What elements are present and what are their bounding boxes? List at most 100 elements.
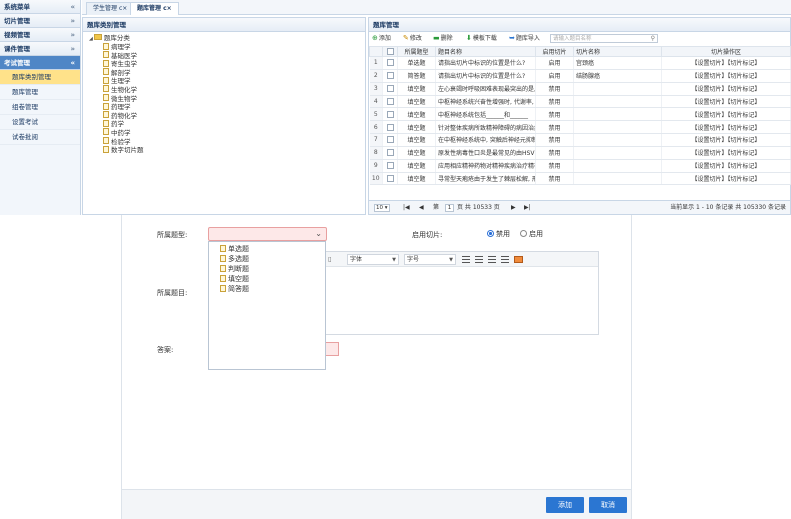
nav-item-bank[interactable]: 题库管理 — [0, 85, 80, 100]
tree-node[interactable]: 药理学 — [103, 102, 144, 112]
font-size-select[interactable]: 字号 ▼ — [404, 254, 456, 265]
edit-button[interactable]: ✎修改 — [403, 32, 422, 45]
nav-section-system[interactable]: 系统菜单 « — [0, 0, 80, 14]
file-icon — [103, 85, 109, 93]
tree-node[interactable]: 生物化学 — [103, 85, 144, 95]
cell-ops[interactable]: 【设置切片】【切片标记】 — [661, 95, 791, 109]
align-justify-icon[interactable] — [501, 256, 509, 263]
next-page-icon[interactable]: ▶ — [511, 201, 516, 215]
cell-name: 请指出切片中标识的位置是什么? — [435, 69, 536, 83]
cell-ops[interactable]: 【设置切片】【切片标记】 — [661, 82, 791, 96]
select-all-checkbox[interactable] — [382, 46, 398, 57]
nav-item-grading[interactable]: 试卷批阅 — [0, 130, 80, 145]
template-download-button[interactable]: ⬇模板下载 — [466, 32, 497, 45]
nav-section-slides[interactable]: 切片管理» — [0, 14, 80, 28]
row-checkbox[interactable] — [382, 56, 398, 70]
nav-section-video[interactable]: 视频管理» — [0, 28, 80, 42]
page-number-input[interactable]: 1 — [445, 204, 454, 212]
import-button[interactable]: ➥题库导入 — [509, 32, 540, 45]
tree-node[interactable]: 中药学 — [103, 128, 144, 138]
cell-slide — [573, 133, 662, 147]
row-checkbox[interactable] — [382, 95, 398, 109]
table-row[interactable]: 5 填空题 中枢神经系统包括______和______ 禁用 【设置切片】【切片标记】 — [369, 107, 791, 122]
align-right-icon[interactable] — [488, 256, 496, 263]
cell-ops[interactable]: 【设置切片】【切片标记】 — [661, 172, 791, 186]
row-checkbox[interactable] — [382, 146, 398, 160]
row-checkbox[interactable] — [382, 172, 398, 186]
tree-node[interactable]: 基础医学 — [103, 51, 144, 61]
table-row[interactable]: 7 填空题 在中枢神经系统中, 突触后神经元抑制 禁用 【设置切片】【切片标记】 — [369, 133, 791, 147]
tab-student[interactable]: 学生管理 c× — [86, 2, 135, 15]
cancel-button[interactable]: 取消 — [589, 497, 627, 513]
expand-triangle-icon[interactable]: ◢ — [89, 35, 93, 44]
cell-slide: 结肠腺癌 — [573, 69, 662, 83]
dropdown-option-judge[interactable]: 判断题 — [220, 264, 249, 274]
search-input[interactable]: 请输入题目名称 ⚲ — [550, 34, 658, 43]
page-size-select[interactable]: 10 ▾ — [374, 204, 390, 212]
nav-section-courseware[interactable]: 课件管理» — [0, 42, 80, 56]
table-row[interactable]: 9 填空题 应用相应精神药物对精神疾病治疗精神 禁用 【设置切片】【切片标记】 — [369, 159, 791, 173]
nav-item-compose[interactable]: 组卷管理 — [0, 100, 80, 115]
import-icon: ➥ — [509, 34, 515, 42]
prev-page-icon[interactable]: ◀ — [419, 201, 424, 215]
tree-node[interactable]: 病理学 — [103, 42, 144, 52]
table-row[interactable]: 3 填空题 左心衰竭时呼吸困难表现最突出的是, 禁用 【设置切片】【切片标记】 — [369, 82, 791, 96]
tree-node[interactable]: 寄生虫学 — [103, 59, 144, 69]
tab-question-bank[interactable]: 题库管理 c× — [130, 2, 179, 15]
search-icon[interactable]: ⚲ — [651, 35, 655, 43]
row-checkbox[interactable] — [382, 159, 398, 173]
tree-node[interactable]: 药学 — [103, 119, 144, 129]
row-checkbox[interactable] — [382, 133, 398, 147]
align-center-icon[interactable] — [475, 256, 483, 263]
align-left-icon[interactable] — [462, 256, 470, 263]
cell-ops[interactable]: 【设置切片】【切片标记】 — [661, 69, 791, 83]
radio-icon — [520, 229, 527, 237]
image-icon[interactable] — [514, 256, 523, 263]
tree-node[interactable]: 数字切片题 — [103, 145, 144, 155]
last-page-icon[interactable]: ▶| — [524, 201, 531, 215]
row-checkbox[interactable] — [382, 82, 398, 96]
cell-ops[interactable]: 【设置切片】【切片标记】 — [661, 159, 791, 173]
dropdown-option-fill[interactable]: 填空题 — [220, 274, 249, 284]
tree-node[interactable]: 微生物学 — [103, 94, 144, 104]
cell-ops[interactable]: 【设置切片】【切片标记】 — [661, 107, 791, 122]
add-question-dialog: 所属题型: ⌄ 启用切片: 禁用 启用 ▯ 字体 ▼ 字号 ▼ 所属题目: 答案: … — [121, 215, 632, 519]
radio-enabled[interactable]: 启用 — [520, 229, 543, 239]
add-button[interactable]: ⊕添加 — [372, 32, 391, 45]
first-page-icon[interactable]: |◀ — [403, 201, 410, 215]
dropdown-option-short[interactable]: 简答题 — [220, 284, 249, 294]
table-row[interactable]: 4 填空题 中枢神经系统兴奋性增强时, 代谢率, 禁用 【设置切片】【切片标记】 — [369, 95, 791, 109]
cell-ops[interactable]: 【设置切片】【切片标记】 — [661, 56, 791, 70]
tab-close-icon[interactable]: c× — [163, 5, 172, 12]
nav-item-category[interactable]: 题库类别管理 — [0, 70, 80, 85]
table-row[interactable]: 2 简答题 请指出切片中标识的位置是什么? 启用 结肠腺癌 【设置切片】【切片标记】 — [369, 69, 791, 83]
nav-item-setup-exam[interactable]: 设置考试 — [0, 115, 80, 130]
table-row[interactable]: 10 填空题 寻常型天疱疮由于发生了棘层松解, 形禁用 【设置切片】【切片标记】 — [369, 172, 791, 186]
cell-ops[interactable]: 【设置切片】【切片标记】 — [661, 133, 791, 147]
col-type: 所属题型 — [397, 46, 436, 57]
table-row[interactable]: 6 填空题 针对整体疾病所致精神障碍的病因治疗 禁用 【设置切片】【切片标记】 — [369, 120, 791, 135]
col-slide-ops: 切片操作区 — [661, 46, 791, 57]
collapse-icon[interactable]: « — [70, 0, 75, 14]
dropdown-option-single[interactable]: 单选题 — [220, 244, 249, 254]
font-family-select[interactable]: 字体 ▼ — [347, 254, 399, 265]
table-row[interactable]: 8 填空题 原发性病毒性口炎是最常见的由HSV 禁用 【设置切片】【切片标记】 — [369, 146, 791, 160]
cell-ops[interactable]: 【设置切片】【切片标记】 — [661, 146, 791, 160]
add-button[interactable]: 添加 — [546, 497, 584, 513]
dropdown-arrow-icon: ▼ — [392, 257, 396, 263]
table-row[interactable]: 1 单选题 请指出切片中标识的位置是什么? 启用 宫颈癌 【设置切片】【切片标记】 — [369, 56, 791, 70]
row-checkbox[interactable] — [382, 107, 398, 122]
document-icon[interactable]: ▯ — [328, 252, 332, 267]
row-checkbox[interactable] — [382, 69, 398, 83]
tree-node[interactable]: 检验学 — [103, 137, 144, 147]
radio-disabled[interactable]: 禁用 — [487, 229, 510, 239]
dropdown-option-multi[interactable]: 多选题 — [220, 254, 249, 264]
question-type-select[interactable]: ⌄ — [208, 227, 327, 241]
answer-input[interactable] — [325, 342, 339, 356]
nav-section-exam[interactable]: 考试管理 « — [0, 56, 80, 70]
tree-node[interactable]: 生理学 — [103, 76, 144, 86]
cell-ops[interactable]: 【设置切片】【切片标记】 — [661, 120, 791, 135]
tab-close-icon[interactable]: c× — [119, 5, 127, 12]
row-checkbox[interactable] — [382, 120, 398, 135]
delete-button[interactable]: ▬删除 — [433, 32, 453, 45]
